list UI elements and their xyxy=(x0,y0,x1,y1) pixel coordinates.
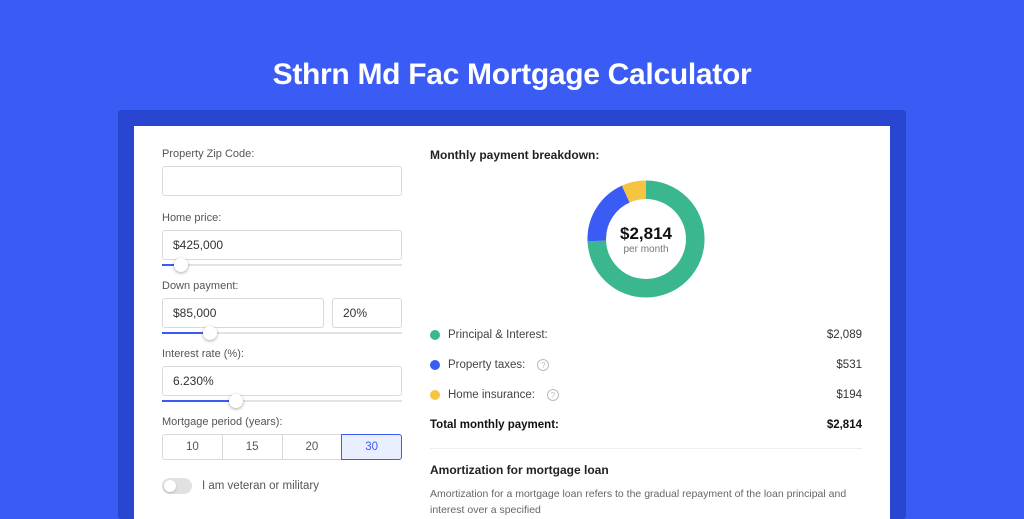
veteran-toggle[interactable] xyxy=(162,478,192,494)
zip-input[interactable] xyxy=(162,166,402,196)
row-property-taxes: Property taxes: ? $531 xyxy=(430,350,862,380)
card-shadow: Property Zip Code: Home price: Down paym… xyxy=(118,110,906,519)
period-10[interactable]: 10 xyxy=(162,434,223,460)
down-payment-slider[interactable] xyxy=(162,332,402,334)
input-column: Property Zip Code: Home price: Down paym… xyxy=(162,148,402,519)
calculator-card: Property Zip Code: Home price: Down paym… xyxy=(134,126,890,519)
zip-label: Property Zip Code: xyxy=(162,148,402,160)
amortization-section: Amortization for mortgage loan Amortizat… xyxy=(430,448,862,519)
slider-thumb[interactable] xyxy=(203,326,217,340)
slider-fill xyxy=(162,400,236,402)
period-30[interactable]: 30 xyxy=(341,434,402,460)
breakdown-title: Monthly payment breakdown: xyxy=(430,148,862,162)
period-20[interactable]: 20 xyxy=(282,434,343,460)
row-value: $531 xyxy=(836,359,862,371)
row-value: $194 xyxy=(836,389,862,401)
row-value: $2,089 xyxy=(827,329,862,341)
dot-icon xyxy=(430,390,440,400)
donut-value: $2,814 xyxy=(620,224,672,244)
info-icon[interactable]: ? xyxy=(537,359,549,371)
row-principal-interest: Principal & Interest: $2,089 xyxy=(430,320,862,350)
total-label: Total monthly payment: xyxy=(430,419,559,431)
amortization-title: Amortization for mortgage loan xyxy=(430,463,862,477)
interest-rate-slider[interactable] xyxy=(162,400,402,402)
down-payment-pct-input[interactable] xyxy=(332,298,402,328)
slider-thumb[interactable] xyxy=(229,394,243,408)
info-icon[interactable]: ? xyxy=(547,389,559,401)
veteran-label: I am veteran or military xyxy=(202,480,319,492)
dot-icon xyxy=(430,360,440,370)
interest-rate-input[interactable] xyxy=(162,366,402,396)
slider-thumb[interactable] xyxy=(174,258,188,272)
row-label: Home insurance: xyxy=(448,389,535,401)
dot-icon xyxy=(430,330,440,340)
period-label: Mortgage period (years): xyxy=(162,416,402,428)
home-price-label: Home price: xyxy=(162,212,402,224)
period-15[interactable]: 15 xyxy=(222,434,283,460)
row-label: Principal & Interest: xyxy=(448,329,548,341)
amortization-text: Amortization for a mortgage loan refers … xyxy=(430,487,862,519)
total-value: $2,814 xyxy=(827,419,862,431)
page-title: Sthrn Md Fac Mortgage Calculator xyxy=(273,58,752,92)
donut-sublabel: per month xyxy=(623,244,668,255)
row-total: Total monthly payment: $2,814 xyxy=(430,410,862,440)
row-label: Property taxes: xyxy=(448,359,525,371)
home-price-input[interactable] xyxy=(162,230,402,260)
donut-chart: $2,814 per month xyxy=(581,174,711,304)
breakdown-column: Monthly payment breakdown: $2,814 per mo… xyxy=(430,148,862,519)
toggle-knob xyxy=(164,480,176,492)
down-payment-label: Down payment: xyxy=(162,280,402,292)
down-payment-input[interactable] xyxy=(162,298,324,328)
home-price-slider[interactable] xyxy=(162,264,402,266)
period-group: 10 15 20 30 xyxy=(162,434,402,460)
row-home-insurance: Home insurance: ? $194 xyxy=(430,380,862,410)
interest-rate-label: Interest rate (%): xyxy=(162,348,402,360)
